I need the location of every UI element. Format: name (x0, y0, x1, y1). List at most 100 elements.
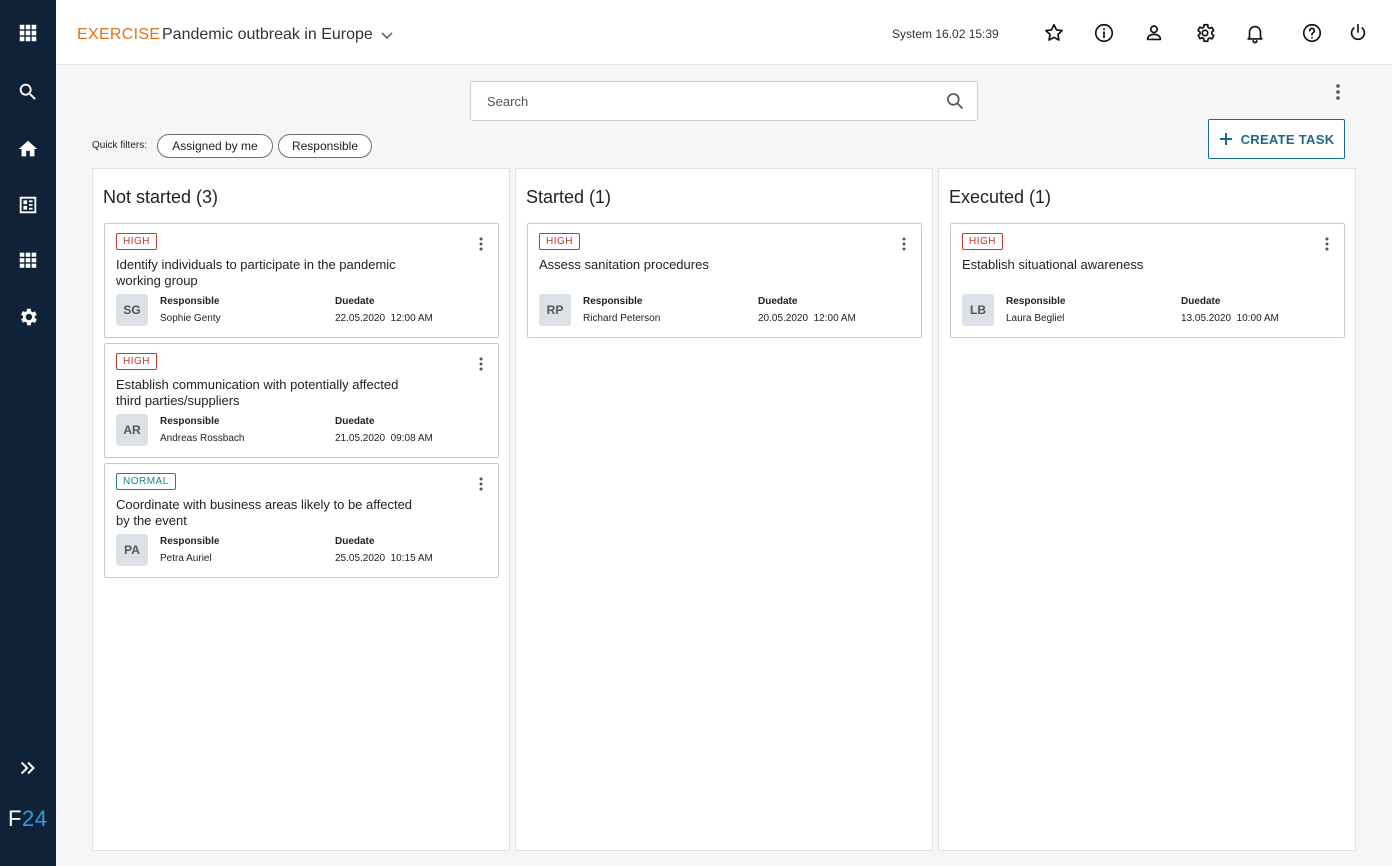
duedate-label: Duedate (335, 296, 375, 307)
duedate-value: 22.05.2020 12:00 AM (335, 313, 433, 324)
responsible-label: Responsible (160, 416, 220, 427)
notifications-button[interactable] (1242, 20, 1268, 46)
priority-badge: HIGH (116, 233, 157, 250)
sidebar-home-button[interactable] (0, 127, 56, 171)
info-icon (1094, 23, 1114, 43)
priority-badge: HIGH (116, 353, 157, 370)
sidebar-dashboard-button[interactable] (0, 183, 56, 227)
duedate-value: 20.05.2020 12:00 AM (758, 313, 856, 324)
avatar: SG (116, 294, 148, 326)
logout-button[interactable] (1345, 20, 1371, 46)
responsible-name: Richard Peterson (583, 313, 661, 324)
info-button[interactable] (1091, 20, 1117, 46)
responsible-name: Petra Auriel (160, 553, 212, 564)
duedate-value: 21.05.2020 09:08 AM (335, 433, 433, 444)
column-title: Executed (1) (949, 187, 1052, 207)
more-vertical-icon (902, 237, 906, 251)
avatar: PA (116, 534, 148, 566)
task-card[interactable]: HIGH Assess sanitation procedures RP Res… (527, 223, 922, 338)
create-task-button[interactable]: CREATE TASK (1208, 119, 1345, 159)
task-title: Establish communication with potentially… (116, 377, 399, 408)
responsible-name: Andreas Rossbach (160, 433, 245, 444)
responsible-label: Responsible (160, 536, 220, 547)
user-button[interactable] (1141, 20, 1167, 46)
more-vertical-icon (1325, 237, 1329, 251)
bell-icon (1247, 25, 1263, 44)
chevron-down-icon (381, 32, 393, 40)
filter-chip-responsible[interactable]: Responsible (278, 134, 372, 158)
scenario-selector[interactable]: Pandemic outbreak in Europe (162, 26, 395, 44)
duedate-label: Duedate (335, 416, 375, 427)
column-not-started: Not started (3) HIGH Identify individual… (92, 168, 510, 851)
plus-icon (1219, 133, 1232, 145)
more-vertical-icon (1336, 84, 1340, 100)
user-icon (1146, 25, 1162, 41)
duedate-value: 25.05.2020 10:15 AM (335, 553, 433, 564)
responsible-name: Sophie Genty (160, 313, 221, 324)
sidebar-search-button[interactable] (0, 70, 56, 114)
column-executed: Executed (1) HIGH Establish situational … (938, 168, 1356, 851)
dashboard-icon (19, 196, 37, 214)
apps-grid-button[interactable] (0, 11, 56, 55)
avatar: AR (116, 414, 148, 446)
card-more-button[interactable] (474, 474, 488, 494)
system-clock: System 16.02 15:39 (892, 27, 999, 41)
search-icon (19, 83, 36, 100)
task-card[interactable]: HIGH Establish communication with potent… (104, 343, 499, 458)
sidebar-settings-button[interactable] (0, 295, 56, 339)
star-icon (1045, 23, 1063, 41)
priority-badge: HIGH (539, 233, 580, 250)
responsible-label: Responsible (1006, 296, 1066, 307)
task-title: Assess sanitation procedures (539, 257, 709, 272)
settings-button[interactable] (1192, 20, 1218, 46)
search-box (470, 81, 978, 121)
search-input[interactable] (471, 82, 931, 120)
card-more-button[interactable] (474, 234, 488, 254)
filter-chip-assigned-by-me[interactable]: Assigned by me (157, 134, 273, 158)
card-more-button[interactable] (474, 354, 488, 374)
task-title: Identify individuals to participate in t… (116, 257, 396, 288)
favorites-button[interactable] (1041, 20, 1067, 46)
more-vertical-icon (479, 237, 483, 251)
task-title: Establish situational awareness (962, 257, 1144, 272)
home-icon (18, 140, 38, 157)
task-card[interactable]: NORMAL Coordinate with business areas li… (104, 463, 499, 578)
duedate-value: 13.05.2020 10:00 AM (1181, 313, 1279, 324)
duedate-label: Duedate (758, 296, 798, 307)
board-more-menu-button[interactable] (1328, 80, 1348, 104)
quick-filters-label: Quick filters: (92, 140, 148, 151)
column-title: Started (1) (526, 187, 612, 207)
avatar: LB (962, 294, 994, 326)
f24-logo: F24 (8, 806, 48, 831)
task-title: Coordinate with business areas likely to… (116, 497, 413, 528)
settings-icon (21, 308, 37, 326)
more-vertical-icon (479, 357, 483, 371)
search-submit-button[interactable] (945, 91, 965, 111)
gear-icon (1197, 23, 1215, 43)
card-more-button[interactable] (1320, 234, 1334, 254)
task-card[interactable]: HIGH Establish situational awareness LB … (950, 223, 1345, 338)
column-started: Started (1) HIGH Assess sanitation proce… (515, 168, 933, 851)
duedate-label: Duedate (335, 536, 375, 547)
sidebar: F24 (0, 0, 56, 866)
top-header: EXERCISE Pandemic outbreak in Europe Sys… (56, 0, 1392, 65)
column-title: Not started (3) (103, 187, 219, 207)
expand-icon (20, 761, 35, 775)
page-title: Pandemic outbreak in Europe (162, 26, 373, 43)
apps-grid-icon (19, 24, 37, 42)
search-icon (947, 93, 964, 110)
create-task-label: CREATE TASK (1240, 131, 1335, 147)
task-card[interactable]: HIGH Identify individuals to participate… (104, 223, 499, 338)
responsible-name: Laura Begliel (1006, 313, 1065, 324)
help-button[interactable] (1299, 20, 1325, 46)
sidebar-modules-button[interactable] (0, 238, 56, 282)
avatar: RP (539, 294, 571, 326)
priority-badge: HIGH (962, 233, 1003, 250)
duedate-label: Duedate (1181, 296, 1221, 307)
card-more-button[interactable] (897, 234, 911, 254)
priority-badge: NORMAL (116, 473, 176, 490)
modules-icon (19, 252, 37, 268)
sidebar-expand-button[interactable] (0, 746, 56, 790)
mode-label: EXERCISE (77, 26, 161, 43)
responsible-label: Responsible (583, 296, 643, 307)
